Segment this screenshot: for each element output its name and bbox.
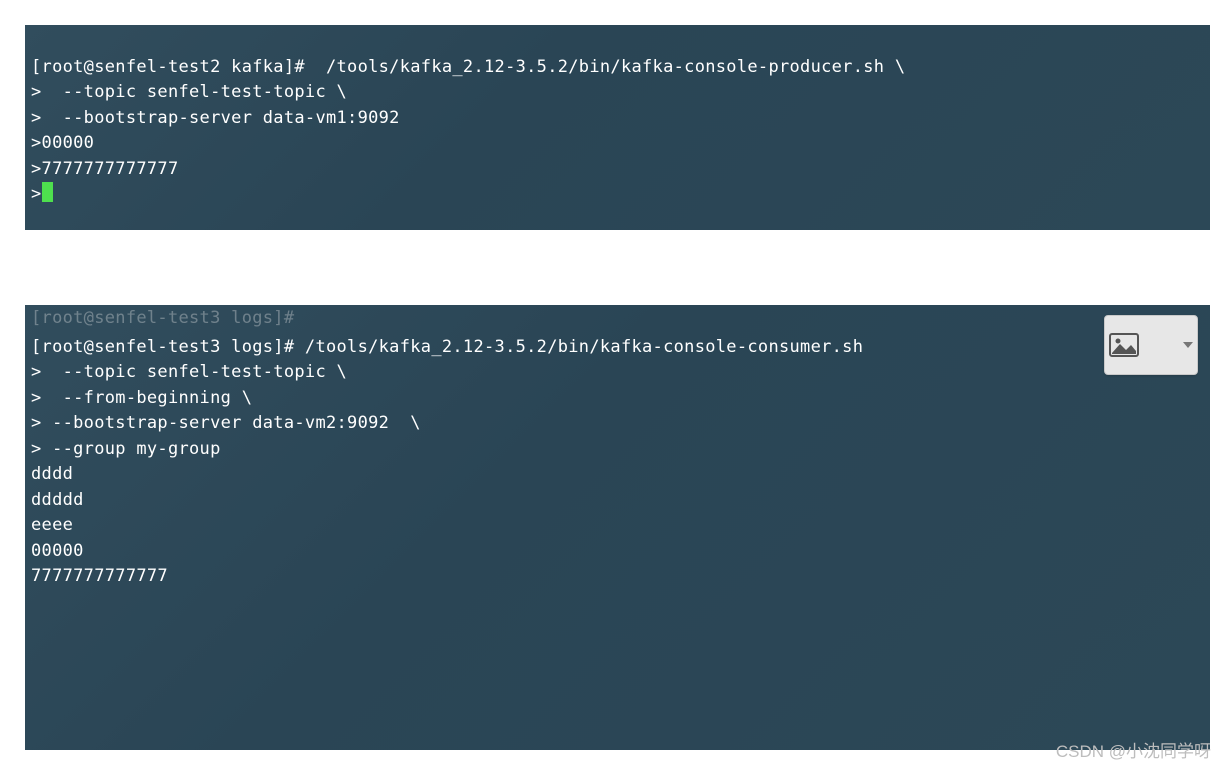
watermark-text: CSDN @小沈同学呀 xyxy=(1056,737,1211,762)
chevron-down-icon xyxy=(1183,342,1193,348)
terminal-line: > --topic senfel-test-topic \ xyxy=(31,362,347,382)
terminal-line: >00000 xyxy=(31,133,94,153)
terminal-producer[interactable]: [root@senfel-test2 kafka]# /tools/kafka_… xyxy=(25,25,1210,230)
terminal-line: 00000 xyxy=(31,541,84,561)
terminal-line: > --bootstrap-server data-vm2:9092 \ xyxy=(31,413,421,433)
terminal-line: [root@senfel-test2 kafka]# /tools/kafka_… xyxy=(31,57,905,77)
cursor-block xyxy=(42,182,53,202)
cut-line: [root@senfel-test3 logs]# xyxy=(31,308,294,328)
terminal-line: ddddd xyxy=(31,490,84,510)
terminal-line: > --from-beginning \ xyxy=(31,388,252,408)
terminal-line: > --bootstrap-server data-vm1:9092 xyxy=(31,108,400,128)
terminal-consumer[interactable]: [root@senfel-test3 logs]# [root@senfel-t… xyxy=(25,305,1210,750)
image-dropdown-button[interactable] xyxy=(1104,315,1198,375)
terminal-line: > --group my-group xyxy=(31,439,221,459)
image-icon xyxy=(1109,282,1172,408)
terminal-line: dddd xyxy=(31,464,73,484)
terminal-line: eeee xyxy=(31,515,73,535)
terminal-line: [root@senfel-test3 logs]# /tools/kafka_2… xyxy=(31,337,863,357)
terminal-line: > --topic senfel-test-topic \ xyxy=(31,82,347,102)
terminal-prompt: > xyxy=(31,184,42,204)
terminal-line: 7777777777777 xyxy=(31,566,168,586)
terminal-line: >7777777777777 xyxy=(31,159,179,179)
